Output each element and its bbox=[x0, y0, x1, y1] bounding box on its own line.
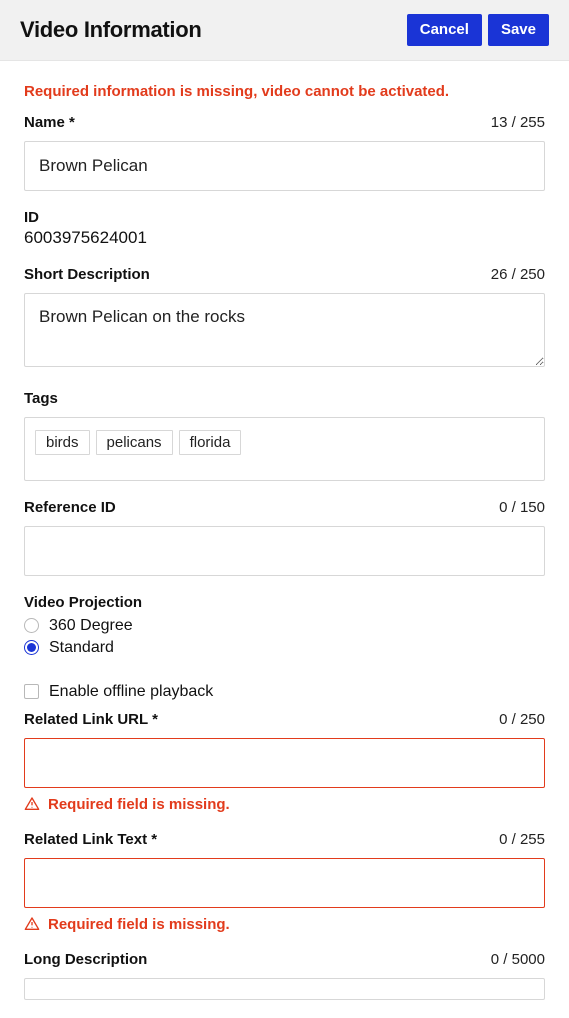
tag-chip[interactable]: pelicans bbox=[96, 430, 173, 455]
reference-id-counter: 0 / 150 bbox=[499, 499, 545, 516]
related-link-text-section: Related Link Text * 0 / 255 Required fie… bbox=[24, 831, 545, 933]
offline-playback-toggle[interactable]: Enable offline playback bbox=[24, 683, 545, 701]
related-link-url-input[interactable] bbox=[24, 738, 545, 788]
id-section: ID 6003975624001 bbox=[24, 209, 545, 248]
panel-header: Video Information Cancel Save bbox=[0, 0, 569, 61]
radio-icon bbox=[24, 640, 39, 655]
id-label: ID bbox=[24, 209, 545, 226]
short-description-section: Short Description 26 / 250 bbox=[24, 266, 545, 372]
warning-icon bbox=[24, 916, 40, 932]
radio-label: Standard bbox=[49, 639, 114, 657]
long-description-section: Long Description 0 / 5000 bbox=[24, 951, 545, 1000]
validation-banner: Required information is missing, video c… bbox=[24, 83, 545, 100]
related-link-text-label: Related Link Text * bbox=[24, 831, 157, 848]
header-actions: Cancel Save bbox=[407, 14, 549, 46]
related-link-text-counter: 0 / 255 bbox=[499, 831, 545, 848]
checkbox-label: Enable offline playback bbox=[49, 683, 213, 701]
long-description-input[interactable] bbox=[24, 978, 545, 1000]
projection-option-360[interactable]: 360 Degree bbox=[24, 617, 545, 635]
related-link-url-error: Required field is missing. bbox=[24, 796, 545, 813]
warning-icon bbox=[24, 796, 40, 812]
panel-title: Video Information bbox=[20, 17, 202, 43]
related-link-text-error: Required field is missing. bbox=[24, 916, 545, 933]
reference-id-input[interactable] bbox=[24, 526, 545, 576]
id-value: 6003975624001 bbox=[24, 228, 545, 248]
short-description-label: Short Description bbox=[24, 266, 150, 283]
error-text: Required field is missing. bbox=[48, 916, 230, 933]
save-button[interactable]: Save bbox=[488, 14, 549, 46]
related-link-text-input[interactable] bbox=[24, 858, 545, 908]
name-label: Name * bbox=[24, 114, 75, 131]
reference-id-section: Reference ID 0 / 150 bbox=[24, 499, 545, 576]
cancel-button[interactable]: Cancel bbox=[407, 14, 482, 46]
video-projection-label: Video Projection bbox=[24, 594, 545, 611]
related-link-url-section: Related Link URL * 0 / 250 Required fiel… bbox=[24, 711, 545, 813]
name-section: Name * 13 / 255 bbox=[24, 114, 545, 191]
video-projection-section: Video Projection 360 Degree Standard bbox=[24, 594, 545, 657]
short-description-counter: 26 / 250 bbox=[491, 266, 545, 283]
error-text: Required field is missing. bbox=[48, 796, 230, 813]
radio-label: 360 Degree bbox=[49, 617, 133, 635]
tag-chip[interactable]: birds bbox=[35, 430, 90, 455]
projection-option-standard[interactable]: Standard bbox=[24, 639, 545, 657]
tags-section: Tags birds pelicans florida bbox=[24, 390, 545, 481]
name-counter: 13 / 255 bbox=[491, 114, 545, 131]
related-link-url-label: Related Link URL * bbox=[24, 711, 158, 728]
long-description-label: Long Description bbox=[24, 951, 147, 968]
tags-input[interactable]: birds pelicans florida bbox=[24, 417, 545, 481]
short-description-input[interactable] bbox=[24, 293, 545, 367]
tag-chip[interactable]: florida bbox=[179, 430, 242, 455]
long-description-counter: 0 / 5000 bbox=[491, 951, 545, 968]
form-body: Required information is missing, video c… bbox=[0, 61, 569, 1000]
checkbox-icon bbox=[24, 684, 39, 699]
name-input[interactable] bbox=[24, 141, 545, 191]
reference-id-label: Reference ID bbox=[24, 499, 116, 516]
related-link-url-counter: 0 / 250 bbox=[499, 711, 545, 728]
radio-icon bbox=[24, 618, 39, 633]
tags-label: Tags bbox=[24, 390, 545, 407]
